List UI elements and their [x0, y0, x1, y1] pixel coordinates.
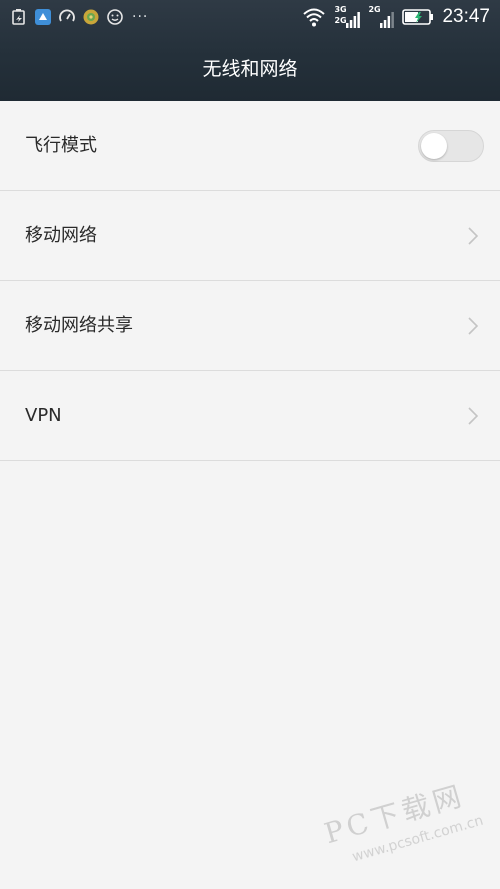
toggle-knob: [421, 133, 447, 159]
chevron-right-icon: [466, 406, 480, 426]
tethering-label: 移动网络共享: [25, 315, 133, 336]
vpn-row[interactable]: VPN: [0, 371, 500, 461]
settings-list: 飞行模式 移动网络 移动网络共享 VPN: [0, 101, 500, 461]
mobile-network-row[interactable]: 移动网络: [0, 191, 500, 281]
sim1-signal-icon: 3G 2G: [334, 6, 361, 28]
system-status: 3G 2G 2G 23:47: [302, 6, 490, 28]
vpn-label: VPN: [25, 405, 62, 426]
speedometer-icon: [58, 8, 76, 26]
chevron-right-icon: [466, 316, 480, 336]
battery-charging-icon: [402, 8, 434, 26]
page-title: 无线和网络: [202, 58, 298, 80]
watermark-site: www.pcsoft.com.cn: [350, 812, 486, 866]
sim2-signal-icon: 2G: [368, 6, 395, 28]
clock: 23:47: [442, 6, 490, 27]
notification-icons: ···: [10, 8, 148, 26]
more-notifications-indicator: ···: [132, 9, 149, 25]
tethering-row[interactable]: 移动网络共享: [0, 281, 500, 371]
chevron-right-icon: [466, 226, 480, 246]
game-icon: [82, 8, 100, 26]
app-store-icon: [34, 8, 52, 26]
airplane-mode-row[interactable]: 飞行模式: [0, 101, 500, 191]
watermark: PC下载网 www.pcsoft.com.cn: [286, 779, 486, 875]
airplane-mode-toggle[interactable]: [418, 130, 484, 162]
watermark-title: PC下载网: [320, 778, 469, 851]
battery-saver-icon: [10, 8, 28, 26]
wifi-icon: [302, 6, 326, 28]
app-header: ··· 3G 2G 2G 23:47 无线和网络: [0, 0, 500, 101]
status-bar: ··· 3G 2G 2G 23:47: [0, 0, 500, 36]
emoji-icon: [106, 8, 124, 26]
airplane-mode-label: 飞行模式: [25, 135, 97, 156]
mobile-network-label: 移动网络: [25, 225, 97, 246]
